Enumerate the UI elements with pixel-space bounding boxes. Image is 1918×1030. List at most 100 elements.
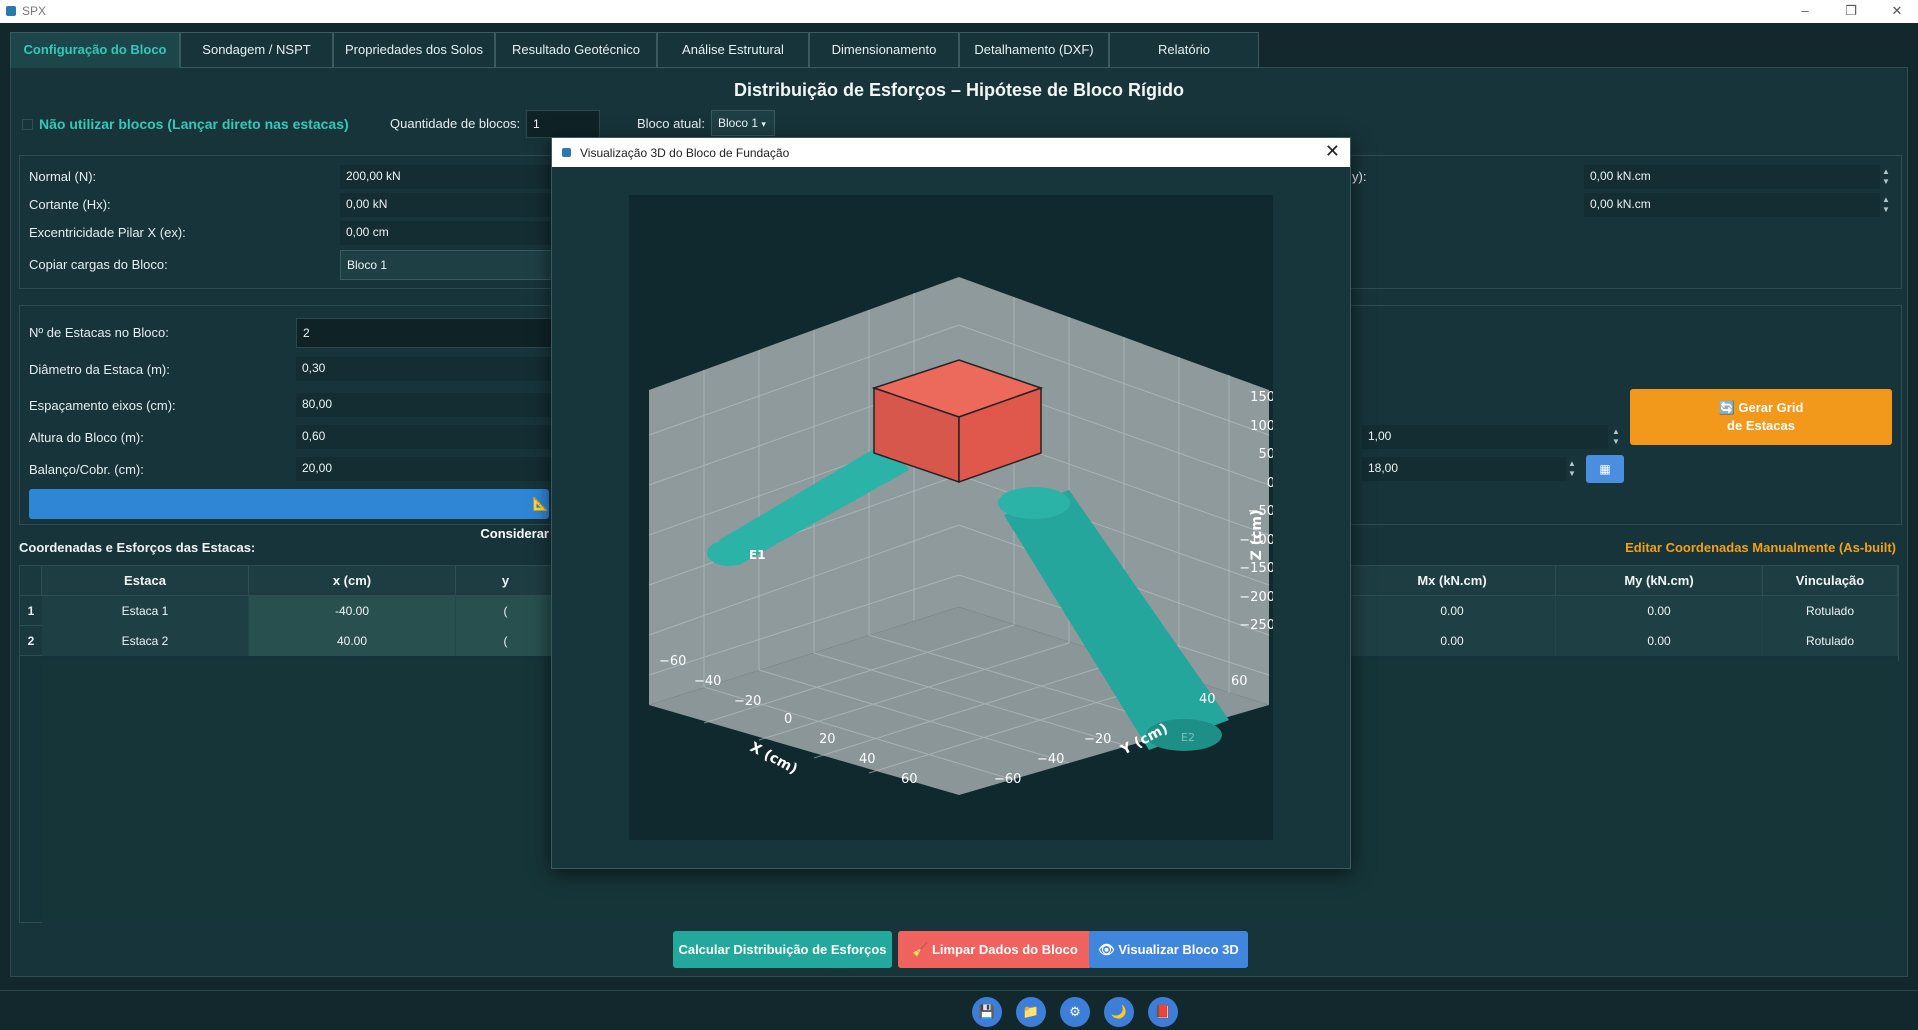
ecc-input[interactable]: 0,00 cm bbox=[340, 221, 552, 245]
dialog-titlebar: Visualização 3D do Bloco de Fundação ✕ bbox=[552, 138, 1350, 167]
col-header-estaca[interactable]: Estaca bbox=[42, 566, 249, 596]
grid-view-button[interactable]: ▦ bbox=[1586, 455, 1624, 483]
col-header-mx[interactable]: Mx (kN.cm) bbox=[1349, 566, 1556, 596]
y-tick: −20 bbox=[1084, 732, 1111, 747]
gear-icon[interactable]: ⚙ bbox=[1060, 997, 1090, 1027]
table-cell-mx[interactable]: 0.00 bbox=[1349, 596, 1556, 626]
view-3d-dialog: Visualização 3D do Bloco de Fundação ✕ E… bbox=[551, 137, 1351, 869]
col-header-my[interactable]: My (kN.cm) bbox=[1556, 566, 1763, 596]
table-cell-x[interactable]: -40.00 bbox=[249, 596, 456, 626]
table-corner bbox=[20, 566, 42, 596]
pile-count-label: Nº de Estacas no Bloco: bbox=[29, 325, 169, 340]
y-tick: −40 bbox=[1037, 752, 1064, 767]
dialog-close-icon[interactable]: ✕ bbox=[1325, 141, 1340, 162]
current-block-value: Bloco 1 bbox=[718, 116, 759, 130]
close-button[interactable]: ✕ bbox=[1882, 2, 1912, 20]
table-cell-mx[interactable]: 0.00 bbox=[1349, 626, 1556, 656]
z-tick: −150 bbox=[1239, 561, 1273, 576]
chevron-down-icon: ▾ bbox=[761, 119, 766, 129]
table-cell-my[interactable]: 0.00 bbox=[1556, 596, 1763, 626]
row-header-1[interactable]: 1 bbox=[20, 596, 42, 626]
spin-arrows-icon[interactable]: ▲ ▼ bbox=[1880, 195, 1892, 215]
z-tick: 100 bbox=[1250, 419, 1273, 434]
right-param2-input[interactable]: 18,00 bbox=[1362, 457, 1566, 481]
current-block-label: Bloco atual: bbox=[637, 116, 705, 131]
table-cell-x[interactable]: 40.00 bbox=[249, 626, 456, 656]
spin-arrows-icon[interactable]: ▲ ▼ bbox=[1610, 427, 1622, 447]
pile-diam-input[interactable]: 0,30 bbox=[296, 357, 552, 381]
plot-area[interactable]: E1 E2 150 100 50 0 −50 −100 −150 −200 −2… bbox=[629, 195, 1275, 840]
window-titlebar: SPX – ❐ ✕ bbox=[0, 0, 1918, 23]
no-blocks-checkbox[interactable]: Não utilizar blocos (Lançar direto nas e… bbox=[22, 116, 349, 132]
x-tick: 20 bbox=[819, 732, 836, 747]
pile-e2-cap bbox=[998, 487, 1070, 519]
qty-blocks-input[interactable]: 1 bbox=[526, 110, 600, 138]
pile-spacing-input[interactable]: 80,00 bbox=[296, 393, 552, 417]
book-icon[interactable]: 📕 bbox=[1148, 997, 1178, 1027]
3d-plot[interactable]: E1 E2 150 100 50 0 −50 −100 −150 −200 −2… bbox=[629, 195, 1275, 840]
generate-grid-button[interactable]: 🔄 Gerar Grid de Estacas bbox=[1630, 389, 1892, 445]
checkbox-box[interactable] bbox=[22, 119, 33, 130]
y-tick: 60 bbox=[1231, 674, 1248, 689]
save-icon[interactable]: 💾 bbox=[972, 997, 1002, 1027]
no-blocks-label: Não utilizar blocos (Lançar direto nas e… bbox=[39, 116, 349, 132]
copy-loads-select[interactable]: Bloco 1 bbox=[340, 250, 552, 280]
table-cell-estaca[interactable]: Estaca 2 bbox=[42, 626, 249, 656]
page-title: Distribuição de Esforços – Hipótese de B… bbox=[733, 80, 1185, 100]
shear-input[interactable]: 0,00 kN bbox=[340, 193, 552, 217]
pile-label-e2: E2 bbox=[1181, 731, 1195, 744]
z-tick: −250 bbox=[1239, 618, 1273, 633]
row-header-2[interactable]: 2 bbox=[20, 626, 42, 656]
tab-detalhamento[interactable]: Detalhamento (DXF) bbox=[959, 32, 1109, 68]
block-height-input[interactable]: 0,60 bbox=[296, 425, 552, 449]
right-param1-input[interactable]: 1,00 bbox=[1362, 425, 1608, 449]
app-icon bbox=[6, 6, 16, 16]
col-header-y[interactable]: y bbox=[456, 566, 556, 596]
current-block-select[interactable]: Bloco 1 ▾ bbox=[711, 110, 775, 136]
view-3d-button[interactable]: 👁 Visualizar Bloco 3D bbox=[1089, 931, 1248, 968]
tab-propriedades-solos[interactable]: Propriedades dos Solos bbox=[333, 32, 495, 68]
tab-analise-estrutural[interactable]: Análise Estrutural bbox=[657, 32, 809, 68]
consider-button[interactable]: 📐 Considerar bbox=[29, 489, 549, 541]
tab-resultado-geotecnico[interactable]: Resultado Geotécnico bbox=[495, 32, 657, 68]
tab-configuracao-bloco[interactable]: Configuração do Bloco bbox=[10, 32, 180, 68]
tab-dimensionamento[interactable]: Dimensionamento bbox=[809, 32, 959, 68]
table-cell-y[interactable]: ( bbox=[456, 626, 556, 656]
table-cell-estaca[interactable]: Estaca 1 bbox=[42, 596, 249, 626]
dialog-title: Visualização 3D do Bloco de Fundação bbox=[580, 146, 790, 160]
piles-table-title: Coordenadas e Esforços das Estacas: bbox=[19, 540, 256, 555]
moment2-input[interactable]: 0,00 kN.cm bbox=[1584, 193, 1880, 217]
pile-e1-cap bbox=[707, 540, 751, 566]
pile-spacing-label: Espaçamento eixos (cm): bbox=[29, 398, 176, 413]
status-bar bbox=[0, 990, 1918, 1030]
normal-input[interactable]: 200,00 kN bbox=[340, 165, 552, 189]
table-cell-my[interactable]: 0.00 bbox=[1556, 626, 1763, 656]
col-header-x[interactable]: x (cm) bbox=[249, 566, 456, 596]
tab-sondagem[interactable]: Sondagem / NSPT bbox=[180, 32, 333, 68]
calculate-button[interactable]: Calcular Distribuição de Esforços bbox=[673, 931, 892, 968]
table-cell-vinculacao[interactable]: Rotulado bbox=[1763, 596, 1898, 626]
spin-arrows-icon[interactable]: ▲ ▼ bbox=[1880, 167, 1892, 187]
minimize-button[interactable]: – bbox=[1790, 2, 1820, 20]
moment1-input[interactable]: 0,00 kN.cm bbox=[1584, 165, 1880, 189]
table-cell-vinculacao[interactable]: Rotulado bbox=[1763, 626, 1898, 656]
spin-arrows-icon[interactable]: ▲ ▼ bbox=[1566, 459, 1578, 479]
edit-coordinates-link[interactable]: Editar Coordenadas Manualmente (As-built… bbox=[1625, 540, 1896, 555]
x-tick: 40 bbox=[859, 752, 876, 767]
col-header-vinculacao[interactable]: Vinculação bbox=[1763, 566, 1898, 596]
overhang-input[interactable]: 20,00 bbox=[296, 457, 552, 481]
folder-icon[interactable]: 📁 bbox=[1016, 997, 1046, 1027]
x-tick: −40 bbox=[694, 674, 721, 689]
z-tick: 50 bbox=[1258, 447, 1273, 462]
moon-icon[interactable]: 🌙 bbox=[1104, 997, 1134, 1027]
clear-block-button[interactable]: 🧹 Limpar Dados do Bloco bbox=[898, 931, 1092, 968]
table-cell-y[interactable]: ( bbox=[456, 596, 556, 626]
maximize-button[interactable]: ❐ bbox=[1836, 2, 1866, 20]
window-title: SPX bbox=[22, 4, 47, 18]
pile-count-input[interactable]: 2 bbox=[296, 318, 552, 348]
overhang-label: Balanço/Cobr. (cm): bbox=[29, 462, 144, 477]
tab-relatorio[interactable]: Relatório bbox=[1109, 32, 1259, 68]
shear-label: Cortante (Hx): bbox=[29, 197, 111, 212]
normal-label: Normal (N): bbox=[29, 169, 97, 184]
pile-label-e1: E1 bbox=[749, 548, 766, 562]
